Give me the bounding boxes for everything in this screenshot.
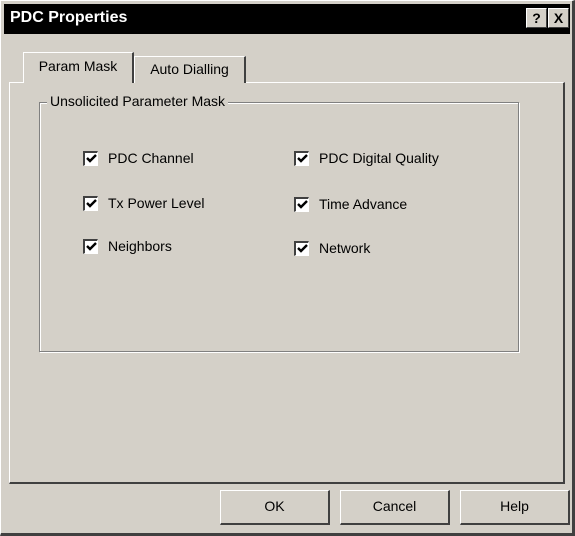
cancel-button[interactable]: Cancel	[340, 490, 450, 525]
checkbox-box[interactable]	[294, 240, 309, 256]
checkbox-label: Time Advance	[319, 196, 408, 212]
unsolicited-parameter-mask-group: Unsolicited Parameter Mask PDC Channel T…	[39, 93, 519, 352]
checkbox-label: Tx Power Level	[108, 195, 205, 211]
close-button[interactable]: X	[548, 8, 569, 28]
checkbox-label: Neighbors	[108, 238, 172, 254]
checkbox-pdc-channel[interactable]: PDC Channel	[83, 149, 194, 167]
tab-auto-dialling[interactable]: Auto Dialling	[134, 56, 246, 83]
checkbox-box[interactable]	[83, 238, 98, 254]
checkmark-icon	[296, 154, 308, 163]
checkmark-icon	[296, 244, 308, 253]
checkbox-label: PDC Digital Quality	[319, 150, 439, 166]
checkmark-icon	[85, 154, 97, 163]
checkmark-icon	[85, 199, 97, 208]
checkbox-tx-power-level[interactable]: Tx Power Level	[83, 194, 204, 212]
checkbox-box[interactable]	[83, 150, 98, 166]
window-title: PDC Properties	[10, 9, 128, 26]
tab-param-mask[interactable]: Param Mask	[23, 52, 134, 83]
checkmark-icon	[85, 242, 97, 251]
checkbox-box[interactable]	[294, 150, 309, 166]
help-button[interactable]: Help	[460, 490, 570, 525]
checkbox-label: Network	[319, 240, 371, 256]
checkbox-box[interactable]	[294, 196, 309, 212]
tab-panel-param-mask: Unsolicited Parameter Mask PDC Channel T…	[9, 82, 565, 484]
checkbox-pdc-digital-quality[interactable]: PDC Digital Quality	[294, 149, 439, 167]
title-bar[interactable]: PDC Properties ? X	[4, 4, 570, 34]
help-title-button[interactable]: ?	[526, 8, 547, 28]
checkbox-label: PDC Channel	[108, 150, 194, 166]
checkbox-time-advance[interactable]: Time Advance	[294, 195, 407, 213]
checkmark-icon	[296, 200, 308, 209]
ok-button[interactable]: OK	[220, 490, 330, 525]
checkbox-network[interactable]: Network	[294, 239, 370, 257]
checkbox-neighbors[interactable]: Neighbors	[83, 237, 172, 255]
pdc-properties-dialog: PDC Properties ? X Param Mask Auto Diall…	[0, 0, 575, 536]
group-title: Unsolicited Parameter Mask	[47, 93, 229, 109]
checkbox-box[interactable]	[83, 195, 98, 211]
